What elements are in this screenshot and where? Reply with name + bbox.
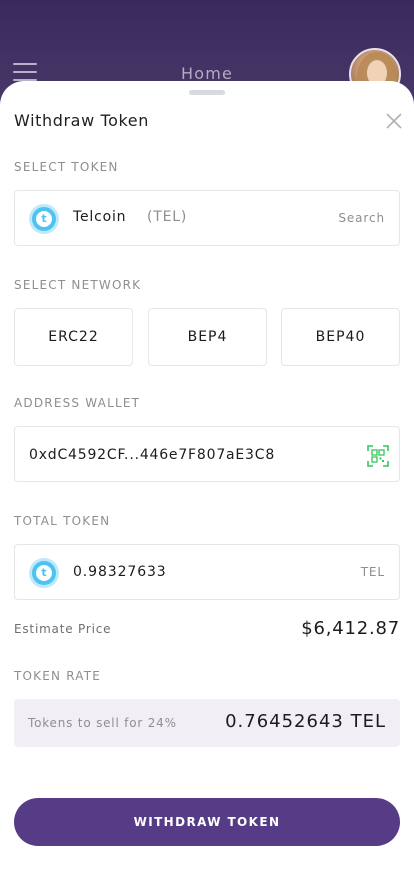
token-search-button[interactable]: Search <box>338 211 385 225</box>
token-rate-label: TOKEN RATE <box>14 669 102 683</box>
telcoin-icon: t <box>29 558 59 588</box>
telcoin-icon: t <box>29 204 59 234</box>
token-symbol: (TEL) <box>147 209 188 225</box>
select-token-label: SELECT TOKEN <box>14 160 119 174</box>
token-rate-value: 0.76452643 TEL <box>225 711 386 732</box>
token-name: Telcoin <box>73 209 127 225</box>
estimate-price-value: $6,412.87 <box>301 618 400 639</box>
select-network-label: SELECT NETWORK <box>14 278 142 292</box>
network-option-erc22[interactable]: ERC22 <box>14 308 133 366</box>
token-rate-box: Tokens to sell for 24% 0.76452643 TEL <box>14 699 400 747</box>
network-option-bep40[interactable]: BEP40 <box>281 308 400 366</box>
token-select-field[interactable]: t Telcoin (TEL) Search <box>14 190 400 246</box>
address-wallet-field[interactable]: 0xdC4592CF...446e7F807aE3C8 <box>14 426 400 482</box>
wallet-address-value: 0xdC4592CF...446e7F807aE3C8 <box>29 447 276 463</box>
qr-scan-icon[interactable] <box>367 445 389 467</box>
sheet-drag-handle[interactable] <box>189 90 225 95</box>
total-token-field[interactable]: t 0.98327633 TEL <box>14 544 400 600</box>
token-rate-description: Tokens to sell for 24% <box>28 716 177 730</box>
total-token-label: TOTAL TOKEN <box>14 514 111 528</box>
sheet-title: Withdraw Token <box>14 111 149 130</box>
estimate-price-label: Estimate Price <box>14 622 112 636</box>
token-unit: TEL <box>360 565 385 579</box>
withdraw-sheet: Withdraw Token SELECT TOKEN t Telcoin (T… <box>0 81 414 896</box>
address-wallet-label: ADDRESS WALLET <box>14 396 141 410</box>
withdraw-token-button[interactable]: WITHDRAW TOKEN <box>14 798 400 846</box>
network-option-bep4[interactable]: BEP4 <box>148 308 267 366</box>
close-icon[interactable] <box>385 112 403 130</box>
token-amount-value: 0.98327633 <box>73 564 167 580</box>
